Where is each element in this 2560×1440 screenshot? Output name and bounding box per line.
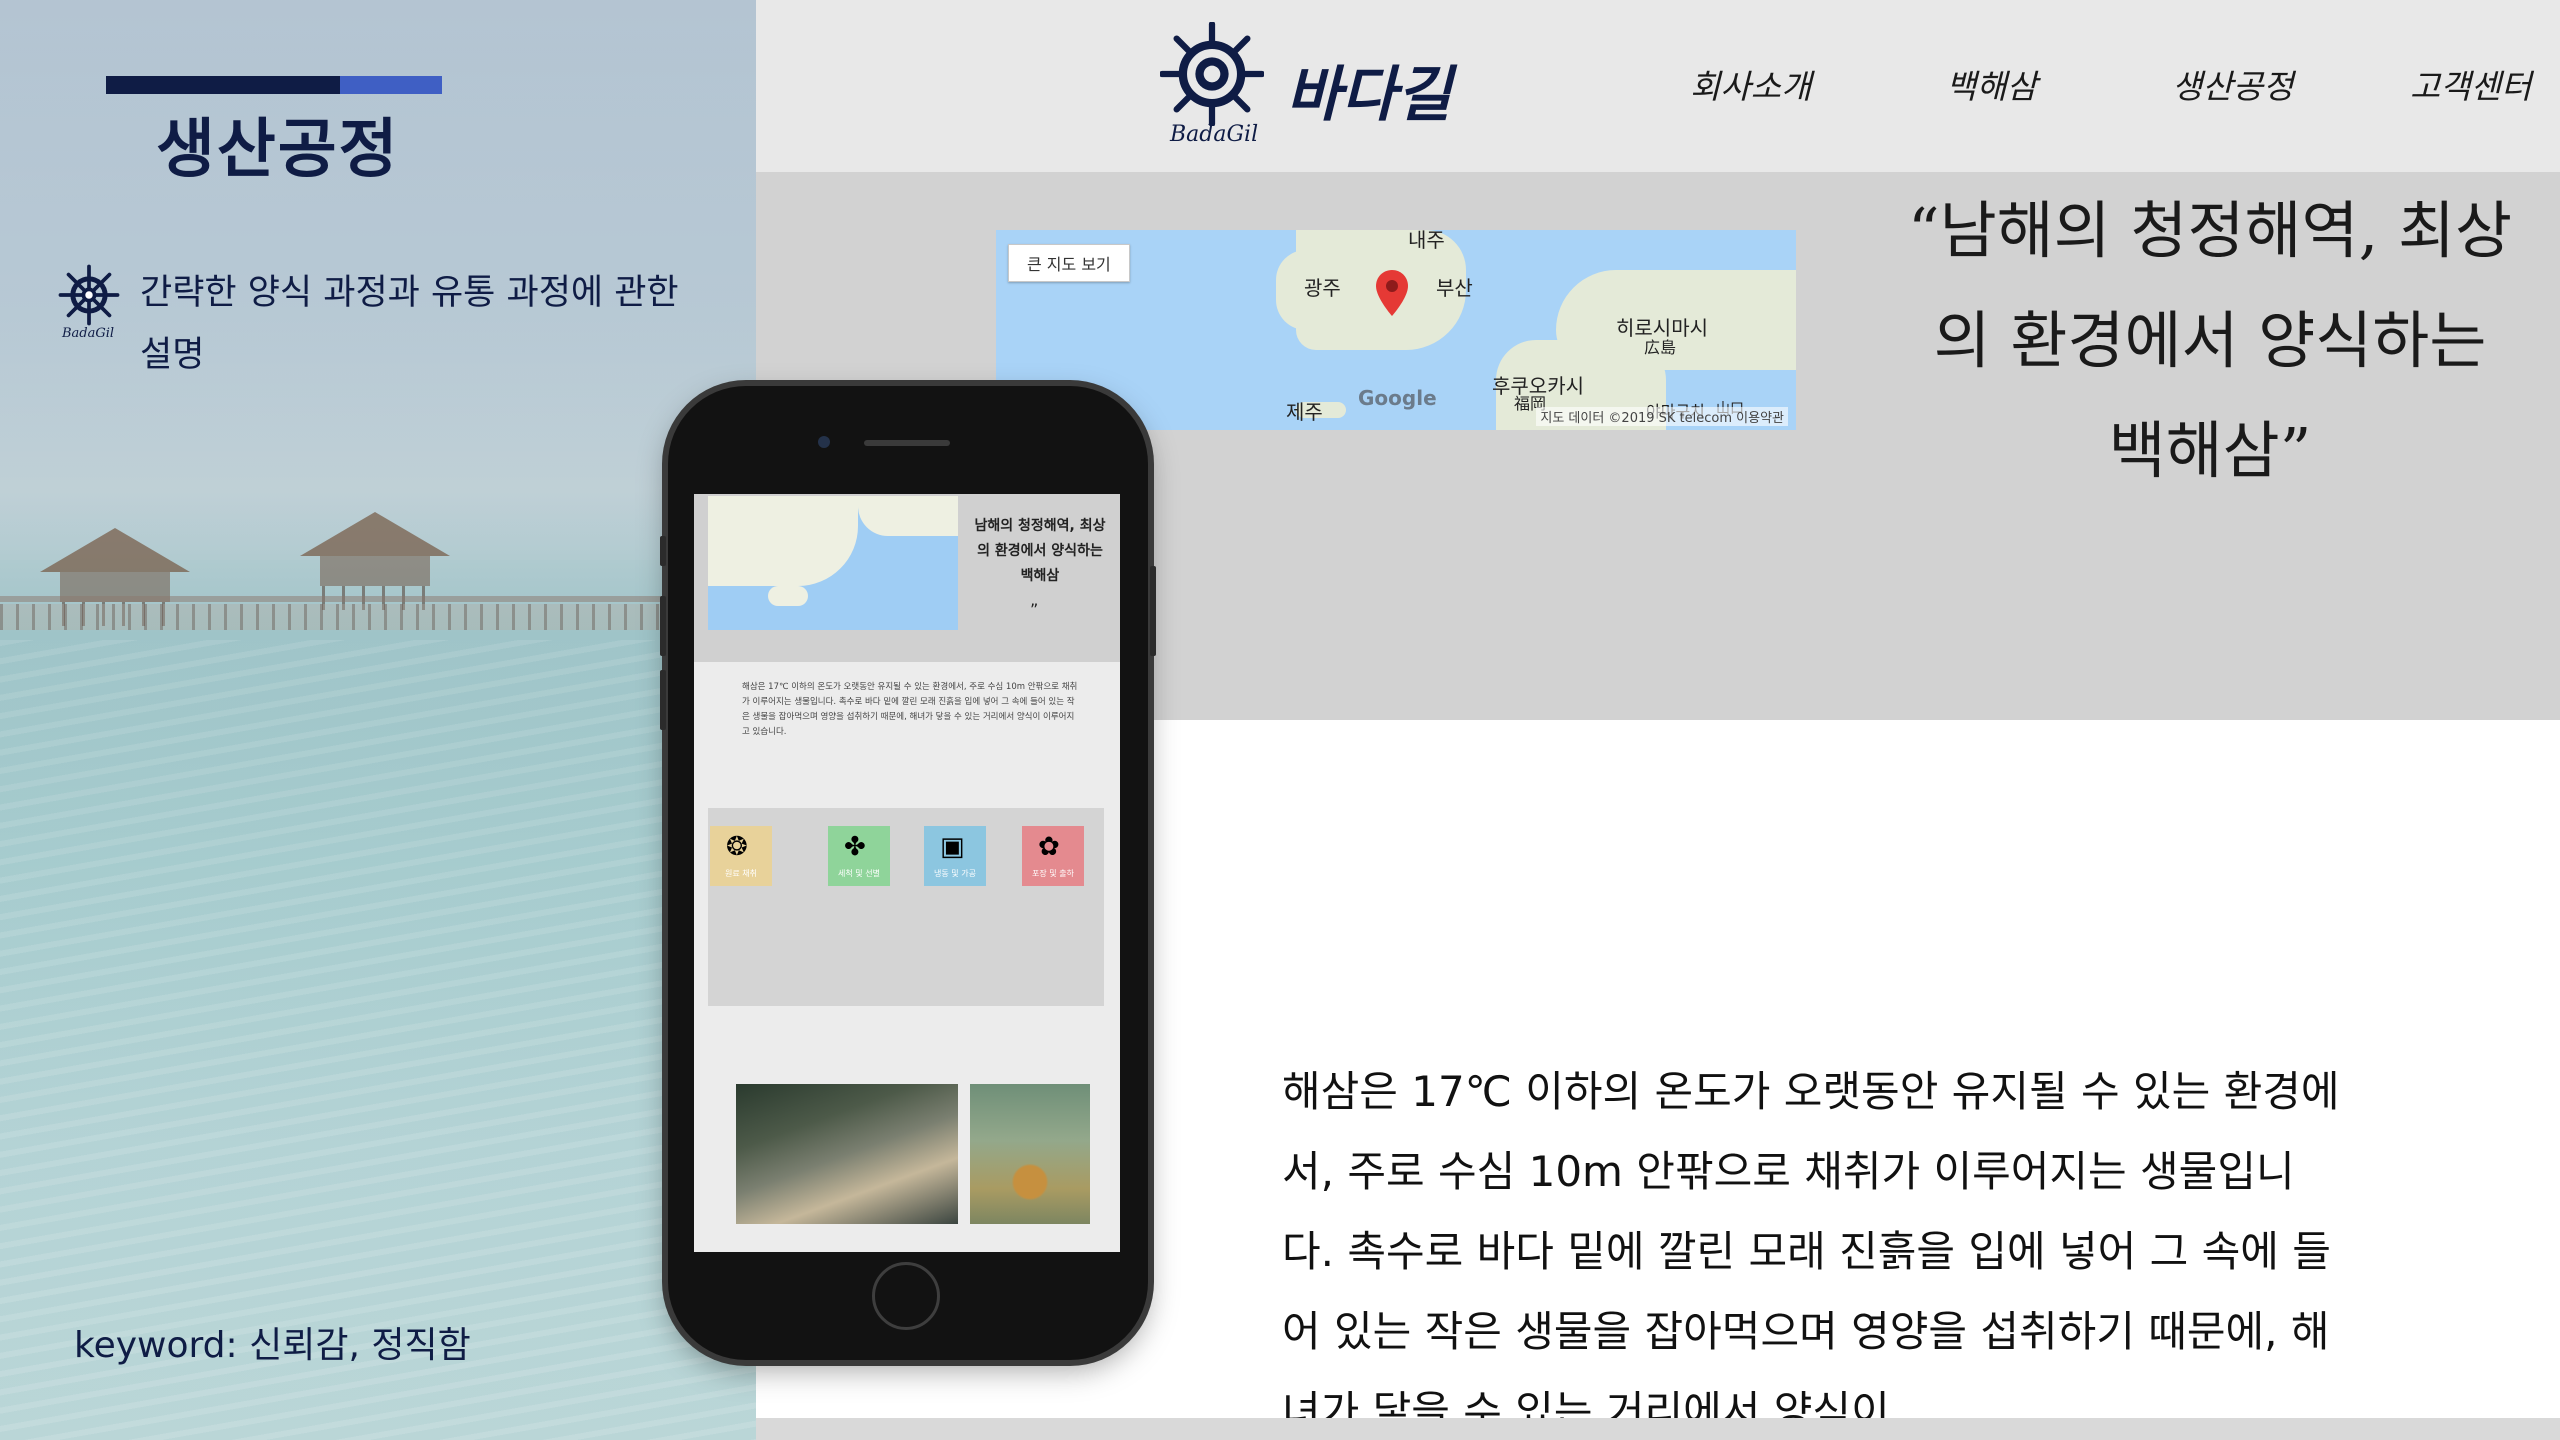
step-card[interactable]: ✿ 포장 및 출하 bbox=[1022, 826, 1084, 886]
nav-item-support[interactable]: 고객센터 bbox=[2410, 60, 2531, 108]
step-card[interactable]: ▣ 냉동 및 가공 bbox=[924, 826, 986, 886]
map-brand: Google bbox=[1358, 386, 1437, 410]
page-bottom-edge bbox=[756, 1418, 2560, 1440]
pier-image bbox=[0, 604, 680, 630]
home-button[interactable] bbox=[872, 1262, 940, 1330]
phone-screen: “ 남해의 청정해역, 최상의 환경에서 양식하는 백해삼 ” 해삼은 17℃ … bbox=[694, 494, 1120, 1252]
process-steps: ❂ 원료 채취 ✤ 세척 및 선별 ▣ 냉동 및 가공 ✿ 포장 및 출하 bbox=[708, 808, 1104, 1006]
map-pin-icon[interactable] bbox=[1376, 270, 1408, 316]
mobile-hero-quote: 남해의 청정해역, 최상의 환경에서 양식하는 백해삼 bbox=[974, 518, 1106, 584]
slide-description: 간략한 양식 과정과 유통 과정에 관한 설명 bbox=[140, 273, 679, 375]
body-paragraph: 해삼은 17℃ 이하의 온도가 오랫동안 유지될 수 있는 환경에서, 주로 수… bbox=[1282, 1067, 2340, 1420]
mobile-quote-mark: ” bbox=[1030, 600, 1039, 619]
slide-left-panel: 생산공정 BadaGil 간략한 양식 과정과 유통 과정에 관한 설명 key… bbox=[0, 0, 756, 1440]
harvest-photo bbox=[736, 1084, 958, 1224]
nav-item-production[interactable]: 생산공정 bbox=[2172, 60, 2293, 108]
water-villa-image bbox=[300, 512, 450, 610]
step-label: 세척 및 선별 bbox=[838, 869, 880, 878]
map-label: 내주 bbox=[1408, 230, 1445, 252]
title-accent-bar bbox=[340, 76, 442, 94]
mobile-body-paragraph: 해삼은 17℃ 이하의 온도가 오랫동안 유지될 수 있는 환경에서, 주로 수… bbox=[742, 682, 1078, 737]
title-accent-bar bbox=[106, 76, 340, 94]
sorting-icon: ✤ bbox=[844, 832, 866, 862]
front-camera bbox=[818, 436, 830, 448]
logo-subtext: BadaGil bbox=[1170, 122, 1259, 147]
ship-wheel-icon bbox=[1160, 22, 1264, 126]
mobile-quote-mark: “ bbox=[1030, 494, 1038, 503]
embedded-map[interactable]: 큰 지도 보기 내주 광주 부산 제주 후쿠오카시 福岡 히로시마시 広島 야마… bbox=[996, 230, 1796, 430]
icon-caption: BadaGil bbox=[62, 326, 115, 341]
map-credit[interactable]: 지도 데이터 ©2019 SK telecom 이용약관 bbox=[1536, 407, 1788, 426]
large-map-button[interactable]: 큰 지도 보기 bbox=[1008, 244, 1130, 282]
hero-quote: “남해의 청정해역, 최상의 환경에서 양식하는 백해삼” bbox=[1907, 194, 2513, 487]
logo-text: 바다길 bbox=[1286, 60, 1452, 130]
step-label: 원료 채취 bbox=[725, 869, 757, 878]
step-card[interactable]: ❂ 원료 채취 bbox=[710, 826, 772, 886]
nav-item-company[interactable]: 회사소개 bbox=[1690, 60, 1811, 108]
sea-cucumber-icon: ❂ bbox=[726, 832, 748, 862]
map-label: 광주 bbox=[1304, 276, 1341, 300]
ship-wheel-icon: BadaGil bbox=[58, 264, 120, 344]
nav-item-sea-cucumber[interactable]: 백해삼 bbox=[1946, 60, 2037, 108]
water-villa-image bbox=[40, 528, 190, 626]
page-title: 생산공정 bbox=[156, 113, 400, 187]
pier-image bbox=[0, 596, 680, 602]
step-card[interactable]: ✤ 세척 및 선별 bbox=[828, 826, 890, 886]
map-label: 부산 bbox=[1436, 276, 1473, 300]
map-label: 제주 bbox=[1286, 400, 1323, 424]
freezing-box-icon: ▣ bbox=[940, 832, 965, 862]
step-label: 냉동 및 가공 bbox=[934, 869, 976, 878]
map-label: 広島 bbox=[1644, 338, 1677, 357]
phone-mockup: “ 남해의 청정해역, 최상의 환경에서 양식하는 백해삼 ” 해삼은 17℃ … bbox=[660, 386, 1156, 1360]
underwater-photo bbox=[970, 1084, 1090, 1224]
step-label: 포장 및 출하 bbox=[1032, 869, 1074, 878]
earpiece bbox=[864, 440, 950, 446]
site-logo[interactable]: BadaGil 바다길 bbox=[1160, 22, 1460, 152]
keyword-text: keyword: 신뢰감, 정직함 bbox=[74, 1325, 471, 1366]
packaging-icon: ✿ bbox=[1038, 832, 1060, 862]
mobile-map[interactable] bbox=[708, 496, 958, 630]
